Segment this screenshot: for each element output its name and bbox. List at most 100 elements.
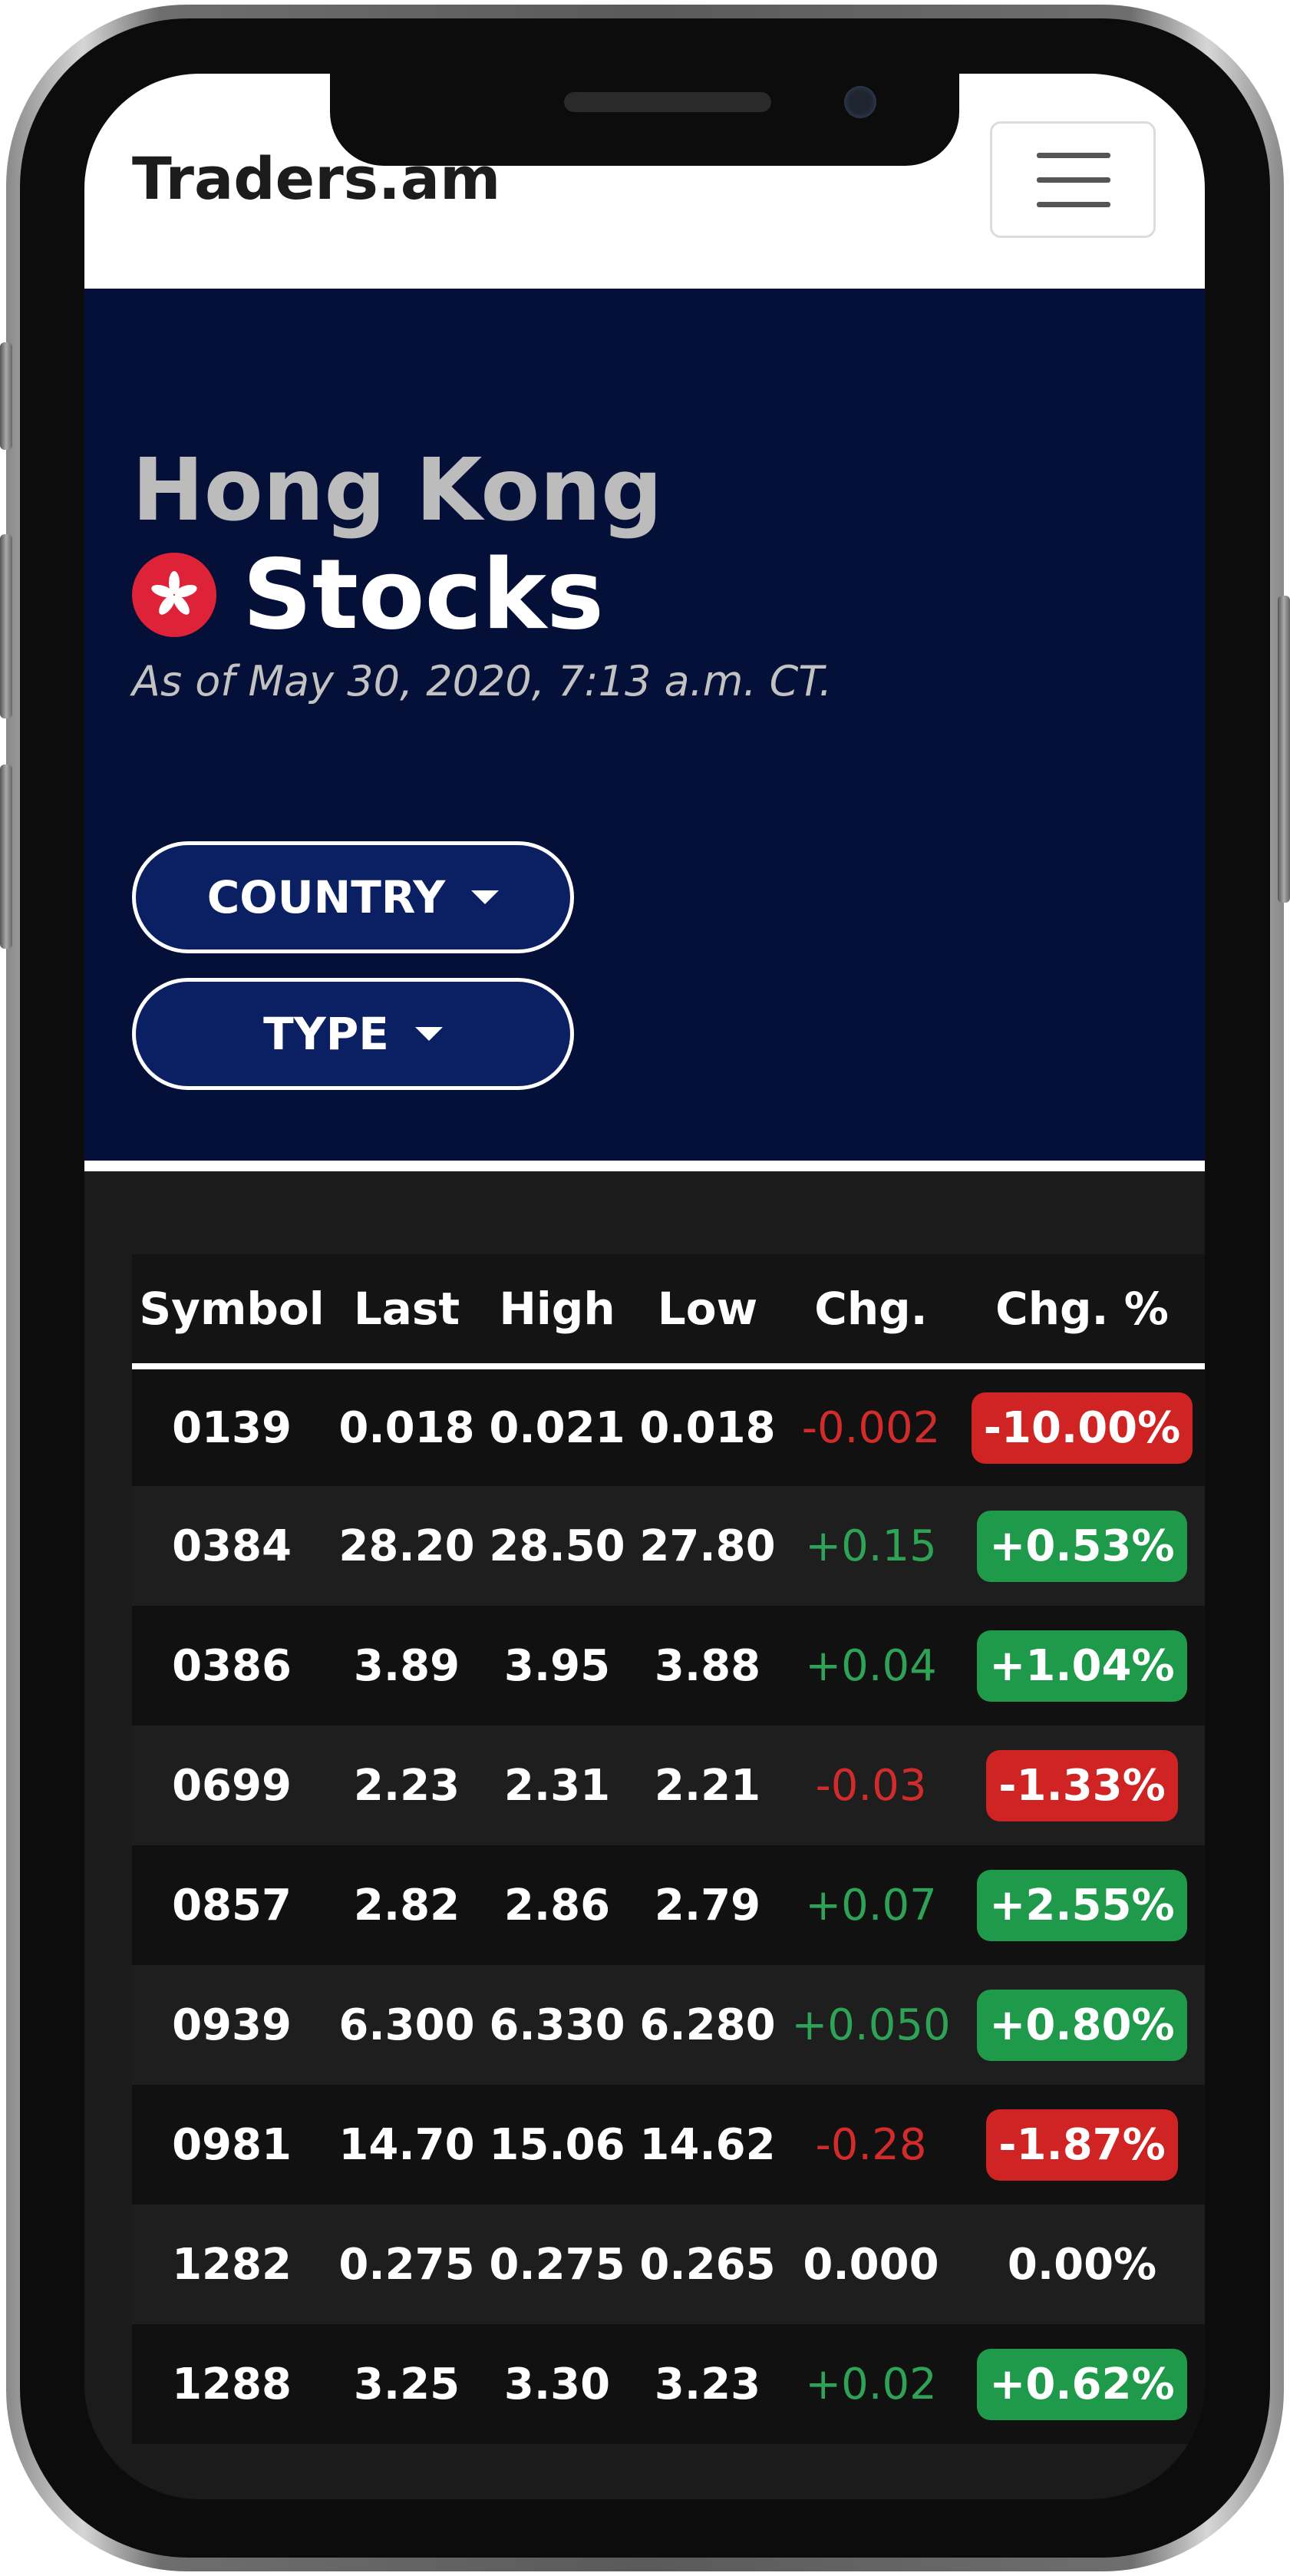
notch — [330, 74, 959, 166]
page-title: Stocks — [242, 538, 605, 651]
cell-high: 15.06 — [482, 2085, 632, 2204]
change-percent-badge: 0.00% — [1007, 2239, 1157, 2290]
cell-low: 2.21 — [632, 1726, 783, 1845]
caret-down-icon — [414, 1027, 443, 1041]
country-dropdown-button[interactable]: COUNTRY — [132, 841, 574, 953]
cell-change-percent: +0.80% — [959, 1965, 1205, 2085]
column-header-symbol[interactable]: Symbol — [132, 1254, 332, 1369]
cell-change-percent: -1.87% — [959, 2085, 1205, 2204]
table-row[interactable]: 0699 2.23 2.31 2.21 -0.03 -1.33% — [132, 1726, 1205, 1845]
cell-low: 14.62 — [632, 2085, 783, 2204]
cell-change-percent: +0.53% — [959, 1486, 1205, 1606]
cell-change: +0.050 — [783, 1965, 959, 2085]
table-row[interactable]: 0386 3.89 3.95 3.88 +0.04 +1.04% — [132, 1606, 1205, 1726]
cell-high: 0.275 — [482, 2204, 632, 2324]
cell-symbol[interactable]: 1282 — [132, 2204, 332, 2324]
cell-symbol[interactable]: 0939 — [132, 1965, 332, 2085]
cell-change: +0.04 — [783, 1606, 959, 1726]
hero-section: Hong Kong Stocks As of May 30, 2020, 7:1… — [84, 289, 1205, 1171]
as-of-timestamp: As of May 30, 2020, 7:13 a.m. CT. — [132, 657, 833, 705]
side-button — [0, 342, 12, 450]
cell-low: 3.23 — [632, 2324, 783, 2444]
cell-high: 3.30 — [482, 2324, 632, 2444]
cell-change: -0.002 — [783, 1366, 959, 1486]
change-percent-badge: +2.55% — [977, 1869, 1187, 1941]
column-header-change[interactable]: Chg. — [783, 1254, 959, 1369]
hamburger-menu-button[interactable] — [990, 121, 1156, 238]
change-percent-badge: -1.33% — [986, 1749, 1178, 1821]
cell-symbol[interactable]: 0981 — [132, 2085, 332, 2204]
cell-high: 3.95 — [482, 1606, 632, 1726]
cell-low: 2.79 — [632, 1845, 783, 1965]
cell-high: 0.021 — [482, 1366, 632, 1486]
cell-high: 6.330 — [482, 1965, 632, 2085]
table-row[interactable]: 0939 6.300 6.330 6.280 +0.050 +0.80% — [132, 1965, 1205, 2085]
cell-change: -0.28 — [783, 2085, 959, 2204]
cell-symbol[interactable]: 0699 — [132, 1726, 332, 1845]
cell-low: 6.280 — [632, 1965, 783, 2085]
cell-symbol[interactable]: 1288 — [132, 2324, 332, 2444]
cell-last: 0.018 — [332, 1366, 482, 1486]
cell-last: 28.20 — [332, 1486, 482, 1606]
cell-change-percent: +0.62% — [959, 2324, 1205, 2444]
type-button-label: TYPE — [263, 1008, 389, 1060]
hero-country: Hong Kong — [132, 441, 663, 540]
menu-icon-bar — [1037, 153, 1110, 158]
cell-high: 2.86 — [482, 1845, 632, 1965]
change-percent-badge: +0.53% — [977, 1510, 1187, 1582]
caret-down-icon — [471, 890, 500, 904]
cell-symbol[interactable]: 0386 — [132, 1606, 332, 1726]
table-row[interactable]: 1282 0.275 0.275 0.265 0.000 0.00% — [132, 2204, 1205, 2324]
column-header-low[interactable]: Low — [632, 1254, 783, 1369]
cell-low: 0.265 — [632, 2204, 783, 2324]
cell-last: 14.70 — [332, 2085, 482, 2204]
change-percent-badge: +1.04% — [977, 1630, 1187, 1702]
column-header-last[interactable]: Last — [332, 1254, 482, 1369]
speaker-grille — [564, 92, 771, 112]
table-row[interactable]: 0384 28.20 28.50 27.80 +0.15 +0.53% — [132, 1486, 1205, 1606]
phone-screen: Traders.am Hong Kong Stocks As of May 30… — [84, 74, 1205, 2499]
change-percent-badge: -1.87% — [986, 2109, 1178, 2181]
table-row[interactable]: 0981 14.70 15.06 14.62 -0.28 -1.87% — [132, 2085, 1205, 2204]
cell-low: 27.80 — [632, 1486, 783, 1606]
volume-down-button — [0, 765, 12, 949]
power-button — [1278, 596, 1290, 903]
change-percent-badge: -10.00% — [971, 1392, 1193, 1464]
table-row[interactable]: 0857 2.82 2.86 2.79 +0.07 +2.55% — [132, 1845, 1205, 1965]
cell-low: 3.88 — [632, 1606, 783, 1726]
table-row[interactable]: 1288 3.25 3.30 3.23 +0.02 +0.62% — [132, 2324, 1205, 2444]
change-percent-badge: +0.80% — [977, 1989, 1187, 2061]
country-button-label: COUNTRY — [206, 871, 446, 923]
cell-symbol[interactable]: 0139 — [132, 1366, 332, 1486]
cell-high: 2.31 — [482, 1726, 632, 1845]
cell-change: 0.000 — [783, 2204, 959, 2324]
cell-symbol[interactable]: 0857 — [132, 1845, 332, 1965]
cell-change: +0.02 — [783, 2324, 959, 2444]
cell-high: 28.50 — [482, 1486, 632, 1606]
cell-change: +0.15 — [783, 1486, 959, 1606]
cell-last: 6.300 — [332, 1965, 482, 2085]
table-header-row: Symbol Last High Low Chg. Chg. % — [132, 1254, 1205, 1369]
type-dropdown-button[interactable]: TYPE — [132, 978, 574, 1090]
hero-title-row: Stocks — [132, 538, 604, 651]
cell-last: 3.25 — [332, 2324, 482, 2444]
cell-symbol[interactable]: 0384 — [132, 1486, 332, 1606]
cell-change-percent: 0.00% — [959, 2204, 1205, 2324]
cell-change-percent: +2.55% — [959, 1845, 1205, 1965]
column-header-high[interactable]: High — [482, 1254, 632, 1369]
cell-change-percent: +1.04% — [959, 1606, 1205, 1726]
stocks-table: Symbol Last High Low Chg. Chg. % 0139 0.0… — [132, 1254, 1205, 2444]
front-camera — [844, 86, 876, 118]
change-percent-badge: +0.62% — [977, 2348, 1187, 2420]
hong-kong-flag-icon — [132, 552, 216, 637]
cell-change-percent: -10.00% — [959, 1366, 1205, 1486]
table-row[interactable]: 0139 0.018 0.021 0.018 -0.002 -10.00% — [132, 1366, 1205, 1486]
cell-change-percent: -1.33% — [959, 1726, 1205, 1845]
volume-up-button — [0, 534, 12, 718]
column-header-change-percent[interactable]: Chg. % — [959, 1254, 1205, 1369]
cell-low: 0.018 — [632, 1366, 783, 1486]
cell-last: 0.275 — [332, 2204, 482, 2324]
cell-change: +0.07 — [783, 1845, 959, 1965]
cell-last: 2.82 — [332, 1845, 482, 1965]
stocks-table-container: Symbol Last High Low Chg. Chg. % 0139 0.0… — [132, 1254, 1205, 2444]
